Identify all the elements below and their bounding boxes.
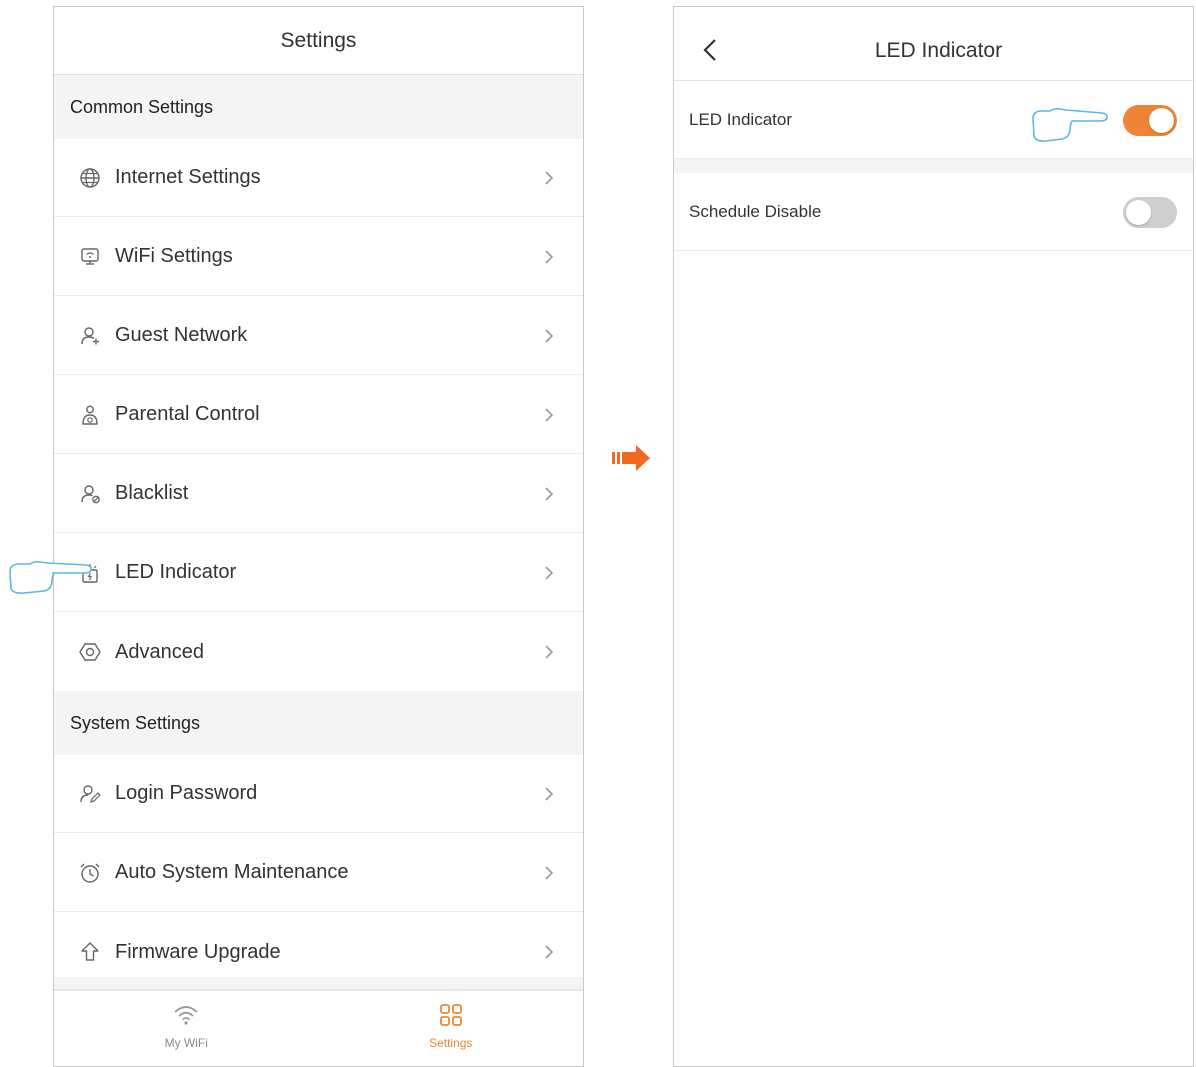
page-title: LED Indicator — [874, 39, 1003, 62]
menu-item-auto-system-maintenance[interactable]: Auto System Maintenance — [54, 834, 583, 912]
menu-item-advanced[interactable]: Advanced — [54, 613, 583, 691]
chevron-right-icon — [545, 945, 554, 959]
row-label: Schedule Disable — [689, 202, 822, 221]
guest-icon — [78, 324, 102, 348]
upgrade-arrow-icon — [78, 940, 102, 964]
hexagon-icon — [78, 640, 102, 664]
menu-item-label: Advanced — [115, 640, 204, 663]
chevron-right-icon — [545, 865, 554, 880]
chevron-right-icon — [545, 645, 554, 659]
pointing-hand-icon — [9, 560, 92, 594]
menu-item-login-password[interactable]: Login Password — [54, 755, 583, 833]
menu-item-label: LED Indicator — [115, 561, 237, 583]
tab-label: Settings — [429, 1036, 473, 1050]
toggle-knob — [1149, 108, 1174, 133]
alarm-clock-icon — [78, 861, 102, 885]
led-indicator-toggle[interactable] — [1123, 105, 1177, 136]
chevron-right-icon — [545, 786, 554, 801]
menu-item-label: Guest Network — [115, 324, 248, 346]
menu-item-label: Blacklist — [115, 482, 189, 504]
menu-item-blacklist[interactable]: Blacklist — [54, 455, 583, 533]
globe-icon — [78, 166, 102, 190]
list-bottom-spacer — [54, 977, 583, 989]
schedule-disable-toggle[interactable] — [1123, 197, 1177, 228]
menu-item-label: Internet Settings — [115, 166, 261, 188]
chevron-right-icon — [545, 565, 554, 580]
menu-item-label: Parental Control — [115, 403, 260, 425]
schedule-disable-row: Schedule Disable — [674, 173, 1193, 251]
arrow-right-icon — [612, 445, 650, 471]
menu-item-label: Firmware Upgrade — [115, 940, 281, 963]
menu-item-label: WiFi Settings — [115, 245, 233, 267]
section-title-text: System Settings — [70, 712, 201, 733]
settings-screen: Settings Common Settings Internet Settin… — [53, 6, 584, 1067]
tab-settings[interactable]: Settings — [319, 991, 584, 1066]
row-label: LED Indicator — [689, 110, 792, 129]
wifi-router-icon — [78, 245, 102, 269]
led-indicator-header: LED Indicator — [674, 7, 1193, 81]
page-title: Settings — [280, 28, 357, 52]
menu-item-led-indicator[interactable]: LED Indicator — [54, 534, 583, 612]
grid-icon — [439, 1004, 462, 1026]
tab-label: My WiFi — [164, 1036, 208, 1050]
tab-my-wifi[interactable]: My WiFi — [54, 991, 319, 1066]
menu-item-parental-control[interactable]: Parental Control — [54, 376, 583, 454]
system-settings-section-title: System Settings — [54, 691, 583, 755]
pointing-hand-icon — [1032, 107, 1108, 142]
menu-item-wifi-settings[interactable]: WiFi Settings — [54, 218, 583, 296]
led-indicator-row: LED Indicator — [674, 81, 1193, 159]
wifi-icon — [174, 1006, 198, 1025]
bottom-tab-bar: My WiFi Settings — [54, 989, 584, 1066]
toggle-knob — [1126, 200, 1151, 225]
section-title-text: Common Settings — [70, 96, 214, 117]
menu-item-internet-settings[interactable]: Internet Settings — [54, 139, 583, 217]
chevron-right-icon — [545, 170, 554, 185]
row-separator — [674, 159, 1193, 173]
chevron-right-icon — [545, 249, 554, 264]
menu-item-label: Login Password — [115, 782, 258, 804]
menu-item-guest-network[interactable]: Guest Network — [54, 297, 583, 375]
chevron-right-icon — [545, 407, 554, 422]
chevron-right-icon — [545, 486, 554, 501]
led-indicator-screen: LED Indicator LED Indicator Schedule Dis… — [673, 6, 1194, 1067]
common-settings-section-title: Common Settings — [54, 75, 583, 139]
settings-header: Settings — [54, 7, 583, 75]
user-edit-icon — [78, 782, 102, 806]
blacklist-icon — [78, 482, 102, 506]
chevron-right-icon — [545, 328, 554, 343]
menu-item-label: Auto System Maintenance — [115, 861, 349, 883]
parental-control-icon — [78, 403, 102, 427]
